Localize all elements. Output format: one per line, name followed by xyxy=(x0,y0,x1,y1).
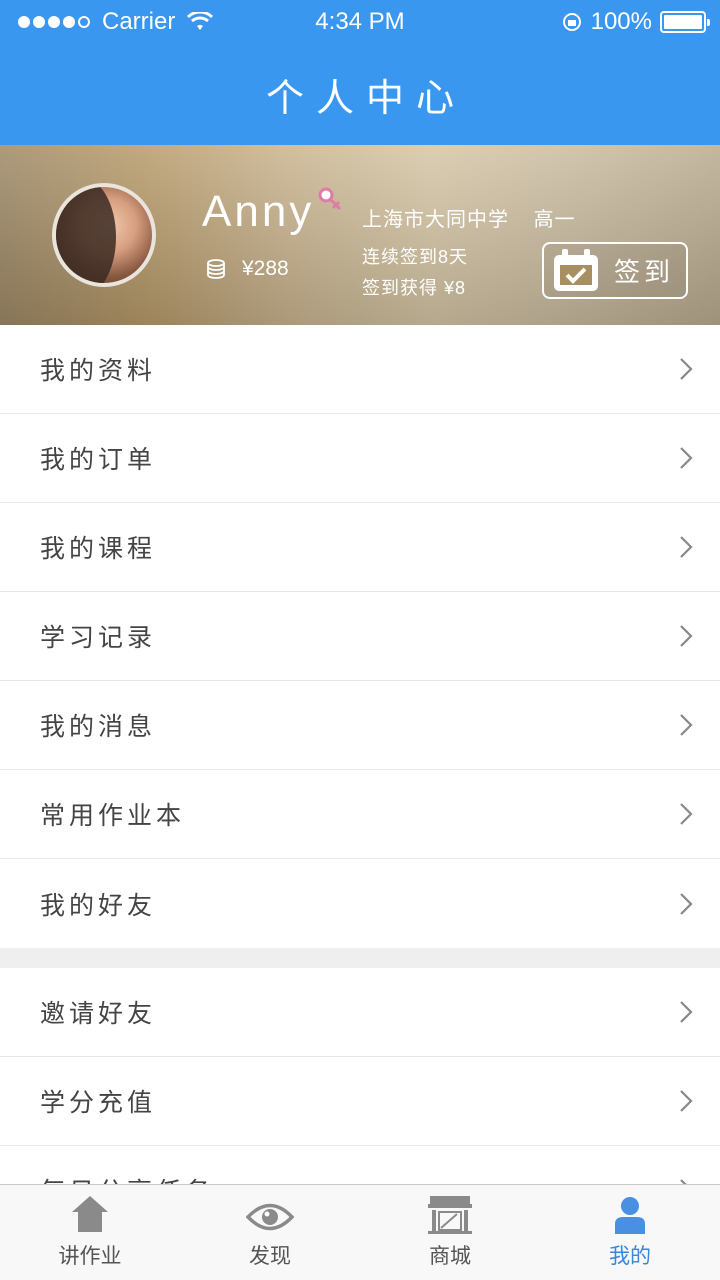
menu-item-label: 邀请好友 xyxy=(40,1000,157,1028)
tab-label: 我的 xyxy=(609,1245,651,1268)
coins-icon xyxy=(207,259,225,279)
menu-item-invite-friends[interactable]: 邀请好友 xyxy=(0,968,720,1057)
menu-item-label: 学习记录 xyxy=(40,624,157,652)
tab-discover[interactable]: 发现 xyxy=(180,1185,360,1280)
menu-item-label: 我的消息 xyxy=(40,713,157,741)
battery-percent: 100% xyxy=(590,8,652,35)
menu-item-label: 我的好友 xyxy=(40,891,157,920)
chevron-right-icon xyxy=(680,447,693,469)
menu-list: 我的资料 我的订单 我的课程 学习记录 我的消息 常用作业本 我的好友 xyxy=(0,325,720,948)
tab-store[interactable]: 商城 xyxy=(360,1185,540,1280)
signin-button[interactable]: 签到 xyxy=(542,242,688,299)
status-bar: Carrier 4:34 PM 100% xyxy=(0,0,720,44)
chevron-right-icon xyxy=(680,1001,693,1023)
rotation-lock-icon xyxy=(562,13,581,31)
menu-item-credit-recharge[interactable]: 学分充值 xyxy=(0,1057,720,1146)
tab-mine[interactable]: 我的 xyxy=(540,1185,720,1280)
chevron-right-icon xyxy=(680,536,693,558)
menu-item-friends[interactable]: 我的好友 xyxy=(0,859,720,948)
username: Anny xyxy=(202,187,315,236)
store-icon xyxy=(428,1196,472,1234)
signin-reward: 签到获得 ¥8 xyxy=(362,278,467,298)
chevron-right-icon xyxy=(680,714,693,736)
chevron-right-icon xyxy=(680,625,693,647)
avatar[interactable] xyxy=(52,183,156,287)
battery-icon xyxy=(660,11,710,33)
coin-amount: ¥288 xyxy=(242,257,289,280)
signin-info: 连续签到8天 签到获得 ¥8 xyxy=(362,242,468,304)
signin-label: 签到 xyxy=(614,257,675,287)
female-icon xyxy=(318,187,342,211)
chevron-right-icon xyxy=(680,358,693,380)
menu-item-label: 我的课程 xyxy=(40,535,157,563)
menu-item-homework-books[interactable]: 常用作业本 xyxy=(0,770,720,859)
menu-item-label: 我的资料 xyxy=(40,357,157,385)
tab-label: 商城 xyxy=(429,1245,471,1268)
grade: 高一 xyxy=(533,209,576,231)
menu-item-label: 学分充值 xyxy=(40,1089,157,1117)
tab-label: 发现 xyxy=(249,1245,291,1268)
menu-item-profile[interactable]: 我的资料 xyxy=(0,325,720,414)
menu-item-label: 常用作业本 xyxy=(40,802,186,830)
school-name: 上海市大同中学 xyxy=(362,209,509,231)
home-icon xyxy=(72,1196,108,1232)
section-divider xyxy=(0,948,720,968)
calendar-check-icon xyxy=(554,248,598,291)
coin-balance: ¥288 xyxy=(206,257,289,281)
person-icon xyxy=(615,1197,645,1234)
school-info: 上海市大同中学 高一 xyxy=(362,203,576,232)
menu-item-study-records[interactable]: 学习记录 xyxy=(0,592,720,681)
chevron-right-icon xyxy=(680,803,693,825)
menu-item-courses[interactable]: 我的课程 xyxy=(0,503,720,592)
page-title: 个人中心 xyxy=(265,78,466,120)
status-right: 100% xyxy=(561,0,710,44)
profile-header: Anny ¥288 上海市大同中学 高一 连续签到8天 签到获得 ¥8 签到 xyxy=(0,145,720,325)
eye-icon xyxy=(246,1203,294,1231)
tab-bar: 讲作业 发现 商城 我的 xyxy=(0,1184,720,1280)
chevron-right-icon xyxy=(680,1090,693,1112)
menu-item-orders[interactable]: 我的订单 xyxy=(0,414,720,503)
signin-streak: 连续签到8天 xyxy=(362,247,469,267)
nav-bar: 个人中心 xyxy=(0,44,720,145)
chevron-right-icon xyxy=(680,892,693,915)
tab-homework[interactable]: 讲作业 xyxy=(0,1185,180,1280)
menu-item-label: 我的订单 xyxy=(40,446,157,474)
tab-label: 讲作业 xyxy=(58,1245,122,1268)
menu-item-messages[interactable]: 我的消息 xyxy=(0,681,720,770)
